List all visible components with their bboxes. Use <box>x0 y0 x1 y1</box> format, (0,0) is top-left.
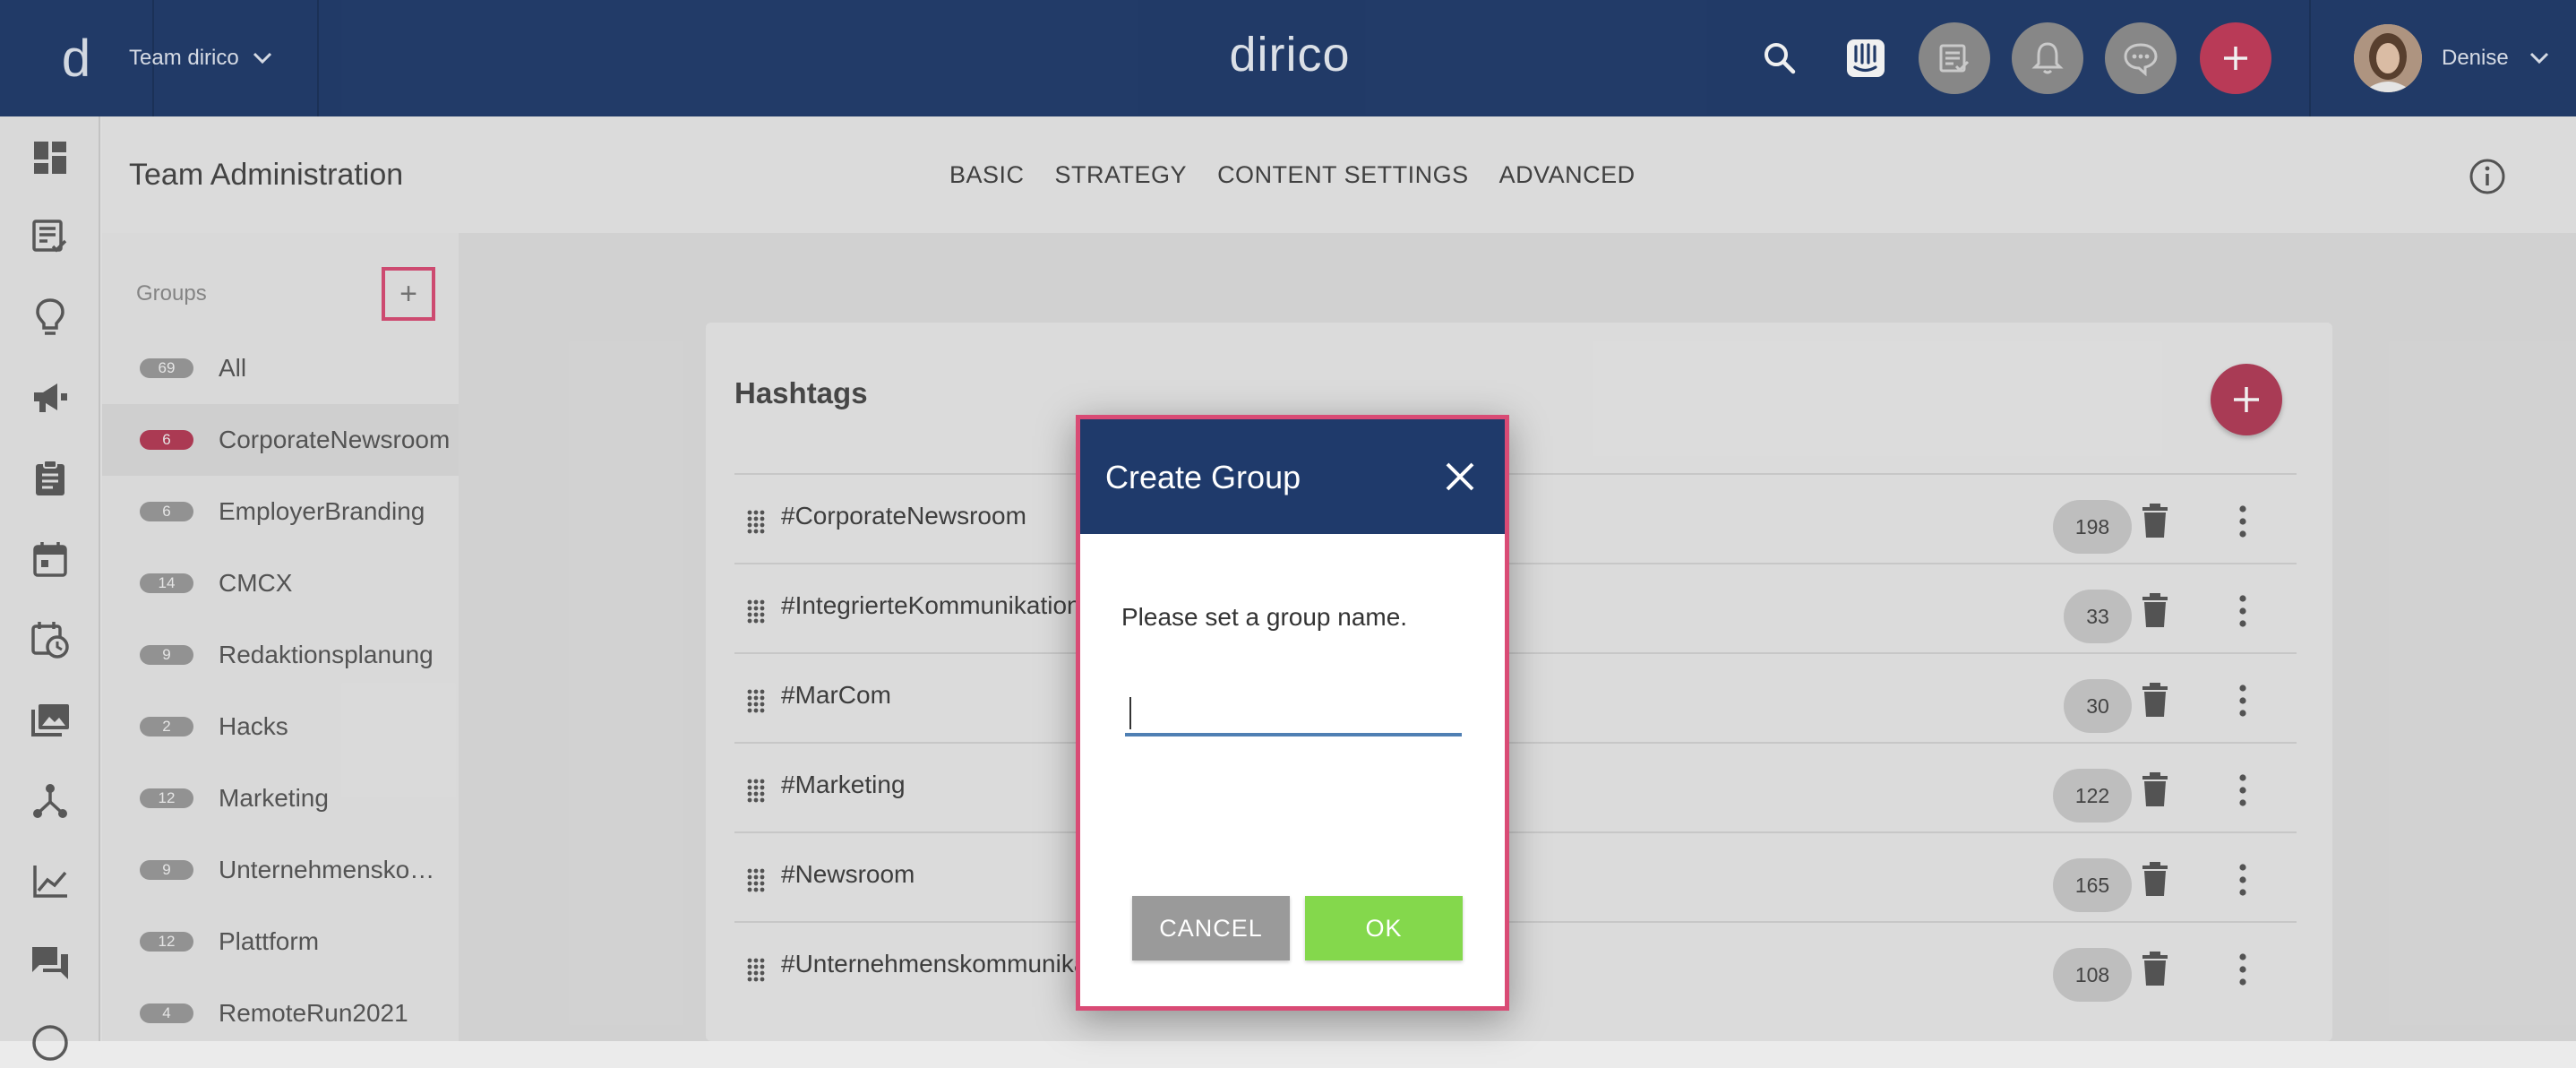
ok-button[interactable]: OK <box>1305 896 1463 960</box>
create-group-dialog: Create Group Please set a group name. CA… <box>1076 415 1509 1011</box>
dialog-message: Please set a group name. <box>1121 603 1408 631</box>
cancel-button[interactable]: CANCEL <box>1132 896 1290 960</box>
text-caret <box>1129 697 1131 729</box>
close-icon[interactable] <box>1440 457 1480 496</box>
dialog-title: Create Group <box>1105 459 1301 495</box>
dialog-header: Create Group <box>1080 419 1505 534</box>
group-name-input[interactable] <box>1125 686 1462 736</box>
